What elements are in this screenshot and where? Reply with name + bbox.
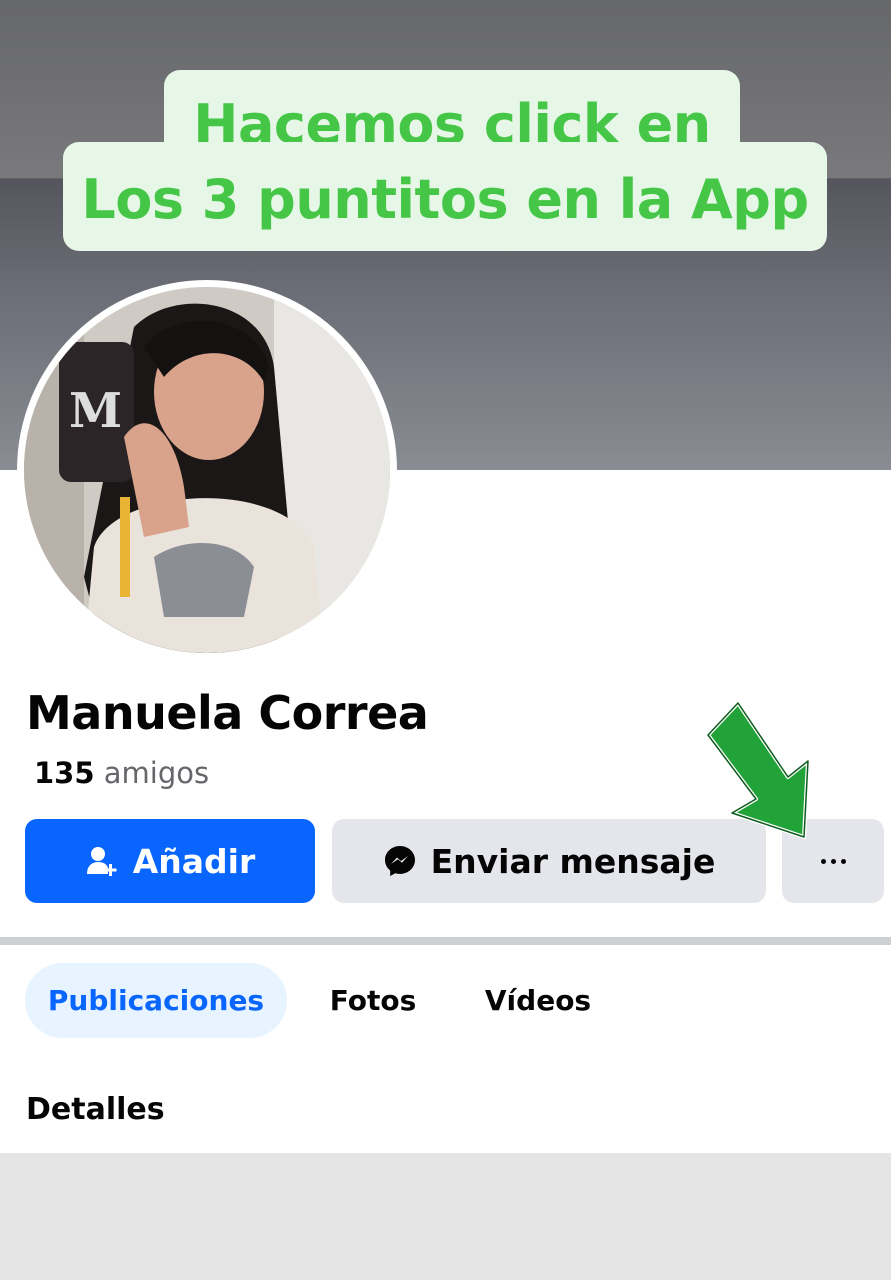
profile-name: Manuela Correa [26,686,429,740]
send-message-label: Enviar mensaje [430,841,716,881]
messenger-icon [383,844,417,878]
tab-videos[interactable]: Vídeos [468,963,608,1038]
tab-publicaciones[interactable]: Publicaciones [25,963,287,1038]
friends-count-line[interactable]: 135 amigos [34,756,209,790]
add-friend-label: Añadir [132,841,256,881]
add-friend-icon [85,844,119,878]
section-divider [0,937,891,945]
green-arrow-icon [706,701,810,839]
friends-label: amigos [103,756,210,790]
avatar-photo: M [24,287,390,653]
details-title: Detalles [26,1092,165,1127]
tab-fotos[interactable]: Fotos [310,963,436,1038]
more-dots-icon [820,858,846,864]
svg-text:M: M [69,383,122,439]
add-friend-button[interactable]: Añadir [25,819,315,903]
avatar[interactable]: M [24,287,390,653]
tutorial-callout-line2: Los 3 puntitos en la App [63,142,827,251]
friends-count: 135 [34,756,95,790]
bottom-section-background [0,1153,891,1280]
